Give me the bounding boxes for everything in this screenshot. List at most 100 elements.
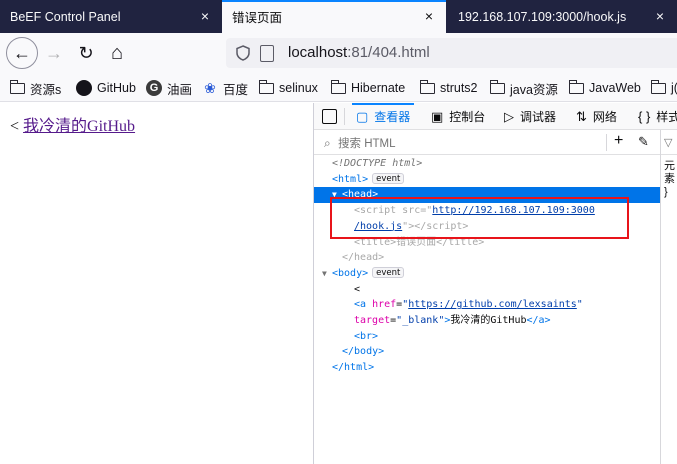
- br-tag: <br>: [354, 330, 379, 342]
- url-text[interactable]: localhost:81/404.html: [288, 44, 430, 61]
- markup-node-a[interactable]: <a href="https://github.com/lexsaints": [314, 297, 660, 313]
- url-bar[interactable]: localhost:81/404.html: [226, 38, 677, 68]
- bookmark-baidu[interactable]: ❀ 百度: [202, 79, 248, 97]
- close-tab-icon[interactable]: ×: [422, 9, 436, 23]
- github-icon: [76, 80, 92, 96]
- filter-icon[interactable]: ▽: [661, 130, 677, 155]
- event-badge[interactable]: event: [372, 266, 405, 278]
- bookmark-label: 油画: [167, 82, 193, 97]
- bookmark-selinux[interactable]: selinux: [258, 79, 318, 97]
- tab-label: 调试器: [520, 110, 557, 124]
- markup-node-body[interactable]: ▼ <body> event: [314, 266, 660, 282]
- home-button[interactable]: ⌂: [101, 37, 133, 69]
- tab-label: 控制台: [449, 110, 486, 124]
- tab-title: 192.168.107.109:3000/hook.js: [458, 9, 627, 24]
- close-tab-icon[interactable]: ×: [653, 9, 667, 23]
- bookmark-label: GitHub: [97, 81, 136, 95]
- rules-pane: ▽ 元素}: [661, 130, 677, 464]
- debugger-icon: ▷: [504, 108, 514, 124]
- toolbar-divider: [344, 108, 345, 125]
- markup-node-text[interactable]: <: [314, 282, 660, 298]
- forward-button[interactable]: →: [38, 37, 70, 69]
- tab-console[interactable]: ▣ 控制台: [431, 103, 485, 130]
- close-tab-icon[interactable]: ×: [198, 9, 212, 23]
- tab-style-editor[interactable]: { } 样式: [638, 103, 677, 130]
- tab-error-page[interactable]: 错误页面 ×: [222, 0, 446, 33]
- rules-element-label: 元素: [664, 160, 675, 185]
- head-close-tag: </head>: [342, 252, 385, 264]
- a-href-link[interactable]: https://github.com/lexsaints: [408, 299, 577, 310]
- tab-label: 样式: [656, 110, 677, 124]
- bookmark-label: struts2: [440, 81, 478, 95]
- page-info-icon[interactable]: [260, 45, 274, 62]
- tab-beef-control-panel[interactable]: BeEF Control Panel ×: [0, 0, 222, 33]
- bookmark-resources[interactable]: 资源s: [9, 79, 62, 97]
- folder-icon: [258, 79, 274, 94]
- tab-strip: BeEF Control Panel × 错误页面 × 192.168.107.…: [0, 0, 677, 33]
- event-badge[interactable]: event: [372, 172, 405, 184]
- target-attr-name: target: [354, 315, 391, 326]
- markup-node-html-close[interactable]: </html>: [314, 360, 660, 376]
- search-icon: ⌕: [324, 136, 331, 150]
- bookmark-javaweb[interactable]: JavaWeb: [568, 79, 641, 97]
- bookmark-label: 百度: [223, 82, 249, 97]
- body-open-tag: <body>: [332, 267, 369, 279]
- bookmark-label: 资源s: [30, 82, 62, 97]
- markup-node-body-close[interactable]: </body>: [314, 344, 660, 360]
- shield-icon[interactable]: [235, 45, 251, 61]
- html-open-tag: <html>: [332, 173, 369, 185]
- target-attr-value: _blank: [402, 315, 439, 326]
- expand-arrow-icon[interactable]: ▼: [322, 266, 332, 282]
- element-picker-icon[interactable]: [322, 109, 337, 124]
- reload-button[interactable]: ↻: [70, 37, 102, 69]
- add-node-icon[interactable]: +: [614, 132, 623, 150]
- a-tag-start: <a: [354, 299, 373, 311]
- devtools-panel: ▢ 查看器 ▣ 控制台 ▷ 调试器 ⇅ 网络 { } 样式 ⌕ 搜索 HTML + ✎ ▽…: [313, 103, 677, 464]
- page-content: < 我冷清的GitHub: [0, 103, 313, 464]
- network-icon: ⇅: [576, 108, 587, 124]
- doctype-text: <!DOCTYPE html>: [332, 158, 423, 169]
- search-html-input[interactable]: 搜索 HTML: [338, 135, 588, 150]
- search-divider: [606, 134, 607, 151]
- tab-network[interactable]: ⇅ 网络: [576, 103, 617, 130]
- devtools-toolbar: ▢ 查看器 ▣ 控制台 ▷ 调试器 ⇅ 网络 { } 样式: [314, 103, 677, 130]
- markup-node-br[interactable]: <br>: [314, 329, 660, 345]
- bookmark-label: Hibernate: [351, 81, 406, 95]
- markup-node-a-cont[interactable]: target="_blank">我冷清的GitHub</a>: [314, 313, 660, 329]
- tab-label: 查看器: [374, 110, 411, 124]
- bookmark-label: j(: [671, 81, 677, 95]
- markup-node-head-close[interactable]: </head>: [314, 250, 660, 266]
- bookmark-struts2[interactable]: struts2: [419, 79, 478, 97]
- github-link[interactable]: 我冷清的GitHub: [23, 118, 135, 135]
- a-close-tag: </a>: [526, 315, 551, 326]
- bookmark-j[interactable]: j(: [650, 79, 677, 97]
- bookmark-oil-painting[interactable]: G 油画: [146, 79, 192, 97]
- bookmark-label: java资源: [510, 82, 558, 97]
- tab-hook-js[interactable]: 192.168.107.109:3000/hook.js ×: [448, 0, 677, 33]
- html-search-bar: ⌕ 搜索 HTML + ✎: [314, 130, 660, 155]
- eyedropper-icon[interactable]: ✎: [638, 134, 649, 150]
- markup-node-html[interactable]: <html> event: [314, 172, 660, 188]
- tab-label: 网络: [592, 110, 617, 124]
- page-line: < 我冷清的GitHub: [10, 112, 135, 136]
- console-icon: ▣: [431, 108, 444, 124]
- back-button[interactable]: ←: [6, 37, 38, 69]
- tab-title: BeEF Control Panel: [10, 9, 121, 24]
- text-node: <: [354, 283, 361, 295]
- folder-icon: [9, 79, 25, 94]
- url-host: localhost: [288, 44, 348, 61]
- bookmark-hibernate[interactable]: Hibernate: [330, 79, 406, 97]
- folder-icon: [330, 79, 346, 94]
- tab-debugger[interactable]: ▷ 调试器: [504, 103, 556, 130]
- bookmark-github[interactable]: GitHub: [76, 79, 136, 97]
- tab-inspector[interactable]: ▢ 查看器: [351, 103, 415, 130]
- rules-text: 元素}: [664, 160, 677, 199]
- g-icon: G: [146, 80, 162, 96]
- markup-node-doctype[interactable]: <!DOCTYPE html>: [314, 156, 660, 172]
- bookmarks-toolbar: 资源s GitHub G 油画 ❀ 百度 selinux Hibernate str…: [0, 73, 677, 102]
- navigation-toolbar: ← → ↻ ⌂ localhost:81/404.html: [0, 33, 677, 73]
- quote: ": [576, 299, 583, 311]
- folder-icon: [650, 79, 666, 94]
- html-close-tag: </html>: [332, 362, 375, 374]
- bookmark-java-resources[interactable]: java资源: [489, 79, 558, 97]
